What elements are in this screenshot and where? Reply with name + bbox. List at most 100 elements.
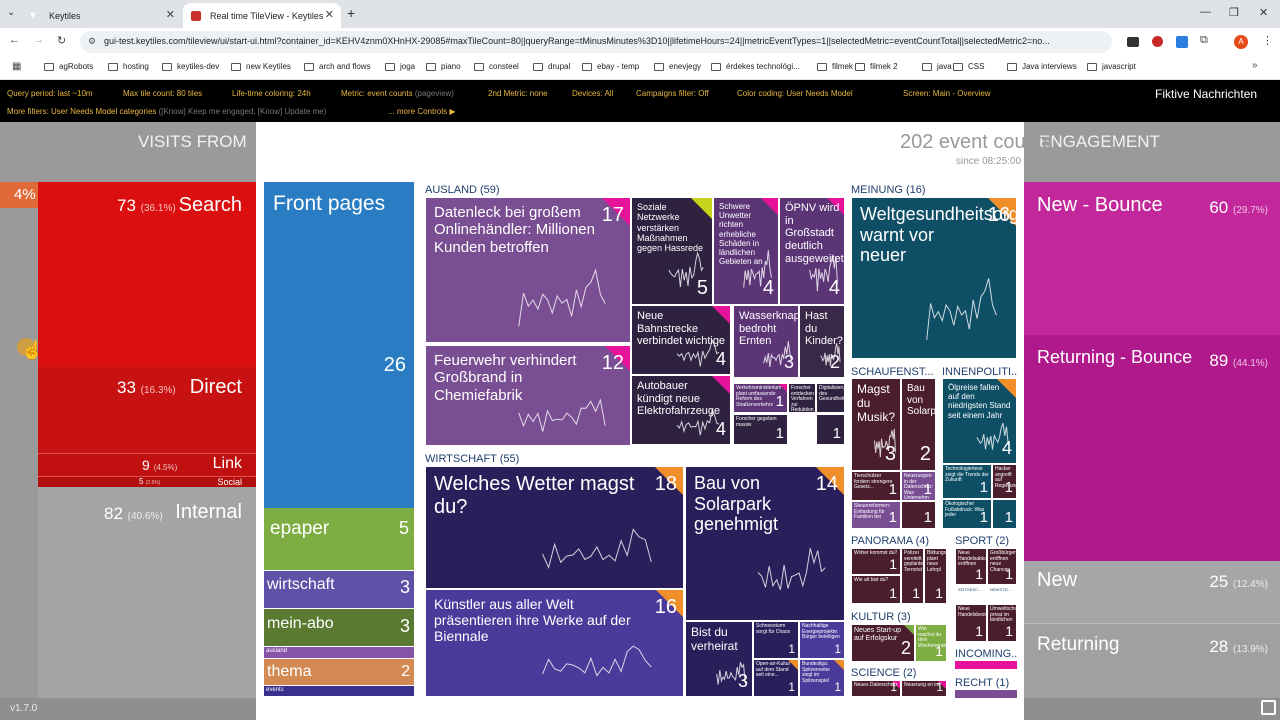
close-tab-icon[interactable]: ✕ <box>325 8 334 21</box>
article-tile[interactable]: Bundesliga: Spitzenreiter siegt im Spitz… <box>799 659 845 697</box>
article-tile[interactable]: Wie machst du dein Wochenende 1 <box>915 624 947 662</box>
extension-blue-icon[interactable] <box>1176 36 1188 48</box>
article-tile[interactable]: Hast du Kinder? 2 <box>799 305 845 378</box>
screen-control[interactable]: Screen: Main - Overview <box>903 89 991 98</box>
article-tile[interactable]: Wie alt bist du? 1 <box>851 575 901 604</box>
campaigns-filter-control[interactable]: Campaigns filter: Off <box>636 89 709 98</box>
section-header-innenpolitik[interactable]: INNENPOLITI... <box>942 366 1018 378</box>
article-tile[interactable]: Schwere Unwetter richten erhebliche Schä… <box>713 197 779 305</box>
article-tile[interactable]: Forscher gegeben massiv 1 <box>733 414 788 445</box>
tile-mein-abo[interactable]: mein-abo 3 <box>264 608 414 646</box>
bookmark-item[interactable]: drupal <box>533 62 570 71</box>
bookmark-item[interactable]: ebay - temp <box>582 62 639 71</box>
engagement-returning-bounce-bar[interactable]: Returning - Bounce 89 (44.1%) <box>1024 335 1280 561</box>
article-tile[interactable]: ÖPNV wird in Großstadt deutlich ausgewei… <box>779 197 845 305</box>
article-tile[interactable]: Datenleck bei großem Onlinehändler: Mill… <box>425 197 631 343</box>
article-tile[interactable]: Verkehrsministerium plant umfassende Ref… <box>733 383 788 413</box>
article-tile[interactable]: 1 <box>992 499 1017 529</box>
article-tile[interactable]: Forscher entdecken Verfahren zur Redukti… <box>788 383 816 413</box>
tile-events[interactable]: events <box>264 685 414 696</box>
bookmark-item[interactable]: consteel <box>474 62 519 71</box>
article-tile[interactable]: Schneesturm sorgt für Chaos 1 <box>753 621 799 659</box>
article-tile[interactable]: Bau von Solarpark 2 <box>901 378 936 471</box>
article-tile[interactable]: Neue Handelsbeziehungen 1 <box>955 604 987 642</box>
tile-wirtschaft[interactable]: wirtschaft 3 <box>264 570 414 608</box>
tile-epaper[interactable]: epaper 5 <box>264 508 414 570</box>
article-tile[interactable]: Neues Datenschutz 1 <box>851 680 901 697</box>
article-tile[interactable]: Steuerreformen: Entlastung für Familien … <box>851 501 901 529</box>
article-tile[interactable]: Tierschützer fordern strengere Gesetz...… <box>851 471 901 501</box>
article-tile[interactable]: Autobauer kündigt neue Elektrofahrzeuge 4 <box>631 375 731 445</box>
visits-search-bar[interactable]: 73 (36.1%) Search <box>38 182 256 367</box>
article-tile[interactable]: Bau von Solarpark genehmigt 14 <box>685 466 845 621</box>
bookmark-item[interactable]: enevjegy <box>654 62 701 71</box>
article-tile[interactable]: Open-air-Kultur auf dem Stand seit eine.… <box>753 659 799 697</box>
section-strip[interactable] <box>955 661 1017 669</box>
tile-front-pages[interactable]: Front pages 26 <box>264 182 414 508</box>
article-tile[interactable]: Welches Wetter magst du? 18 <box>425 466 684 589</box>
bookmark-item[interactable]: java <box>922 62 952 71</box>
engagement-new-bar[interactable]: New 25 (12.4%) <box>1024 561 1280 623</box>
article-tile[interactable]: Feuerwehr verhindert Großbrand in Chemie… <box>425 345 631 446</box>
bookmark-item[interactable]: new Keytiles <box>231 62 291 71</box>
color-coding-control[interactable]: Color coding: User Needs Model <box>737 89 853 98</box>
article-tile[interactable]: 1 <box>816 414 845 445</box>
bookmark-item[interactable]: joga <box>385 62 415 71</box>
more-controls-link[interactable]: ... more Controls ▶ <box>388 107 456 116</box>
article-tile[interactable]: NEWSTIC... <box>987 585 1017 604</box>
article-tile[interactable]: 1 <box>901 501 936 529</box>
article-tile[interactable]: Ökologischer Fußabdruck: Was jeder 1 <box>942 499 992 529</box>
address-bar[interactable]: ⚙ gui-test.keytiles.com/tileview/ui/star… <box>80 31 1112 53</box>
engagement-new-bounce-bar[interactable]: New - Bounce 60 (29.7%) <box>1024 182 1280 335</box>
bookmark-item[interactable]: CSS <box>953 62 984 71</box>
article-tile[interactable]: Weltgesundheitsorganisation warnt vor ne… <box>851 197 1017 359</box>
lifetime-coloring-control[interactable]: Life-time coloring: 24h <box>232 89 311 98</box>
bookmark-item[interactable]: érdekes technológi... <box>711 62 800 71</box>
close-tab-icon[interactable]: ✕ <box>166 8 175 21</box>
article-tile[interactable]: Magst du Musik? 3 <box>851 378 901 471</box>
bookmark-item[interactable]: agRobots <box>44 62 93 71</box>
article-tile[interactable]: Woher kommst du? 1 <box>851 548 901 575</box>
article-tile[interactable]: Neues Start-up auf Erfolgskur 2 <box>851 624 915 662</box>
bookmark-item[interactable]: keytiles-dev <box>162 62 219 71</box>
browser-tab-tileview[interactable]: Real time TileView - Keytiles ✕ <box>183 3 341 28</box>
more-bookmarks-icon[interactable]: » <box>1252 60 1258 71</box>
new-tab-icon[interactable]: + <box>347 5 355 21</box>
browser-menu-icon[interactable]: ⋮ <box>1262 34 1273 47</box>
max-tile-count-control[interactable]: Max tile count: 80 tiles <box>123 89 202 98</box>
restore-icon[interactable]: ❐ <box>1229 6 1239 19</box>
section-header-kultur[interactable]: KULTUR (3) <box>851 611 911 623</box>
site-info-icon[interactable]: ⚙ <box>88 36 96 47</box>
extensions-puzzle-icon[interactable]: ⧉ <box>1200 34 1208 47</box>
section-header-sport[interactable]: SPORT (2) <box>955 535 1009 547</box>
devices-control[interactable]: Devices: All <box>572 89 613 98</box>
article-tile[interactable]: Neuerungen in der Datenschutz: Was Unter… <box>901 471 936 501</box>
tab-list-chevron-icon[interactable]: ⌄ <box>7 7 15 18</box>
article-tile[interactable]: Umweltschutz privat im ländlichen1 <box>987 604 1017 642</box>
back-icon[interactable]: ← <box>9 34 20 46</box>
close-window-icon[interactable]: ✕ <box>1259 6 1268 19</box>
article-tile[interactable]: Bist du verheirat 3 <box>685 621 753 697</box>
article-tile[interactable]: Bildungsministerium plant neue Lehrpl 1 <box>924 548 947 604</box>
visits-social-bar[interactable]: 5 (2.5%) Social <box>38 476 256 487</box>
section-header-schaufenster[interactable]: SCHAUFENST... <box>851 366 939 378</box>
extension-icon[interactable] <box>1127 37 1139 47</box>
article-tile[interactable]: Technologieriese zeigt die Trends der Zu… <box>942 464 992 499</box>
reload-icon[interactable]: ↻ <box>57 34 66 47</box>
visits-link-bar[interactable]: 9 (4.5%) Link <box>38 453 256 476</box>
section-header-science[interactable]: SCIENCE (2) <box>851 667 916 679</box>
article-tile[interactable]: ZEITGESC... <box>955 585 987 604</box>
query-period-control[interactable]: Query period: last ~10m <box>7 89 93 98</box>
visits-internal-bar[interactable]: 82 (40.6%) Internal <box>38 487 256 698</box>
article-tile[interactable]: Hacker angreift auf Regierung 1 <box>992 464 1017 499</box>
bookmark-item[interactable]: Java interviews <box>1007 62 1077 71</box>
section-strip[interactable] <box>955 690 1017 698</box>
article-tile[interactable]: Polizei vereitelt geplante Terrorist 1 <box>901 548 924 604</box>
tile-ausland[interactable]: ausland <box>264 646 414 658</box>
engagement-returning-bar[interactable]: Returning 28 (13.9%) <box>1024 623 1280 698</box>
article-tile[interactable]: Neue Bahnstrecke verbindet wichtige 4 <box>631 305 731 375</box>
fullscreen-icon[interactable] <box>1261 700 1276 715</box>
apps-grid-icon[interactable]: ▦ <box>12 61 21 72</box>
extension-red-icon[interactable] <box>1152 36 1163 47</box>
more-filters[interactable]: More filters: User Needs Model categorie… <box>7 107 326 116</box>
